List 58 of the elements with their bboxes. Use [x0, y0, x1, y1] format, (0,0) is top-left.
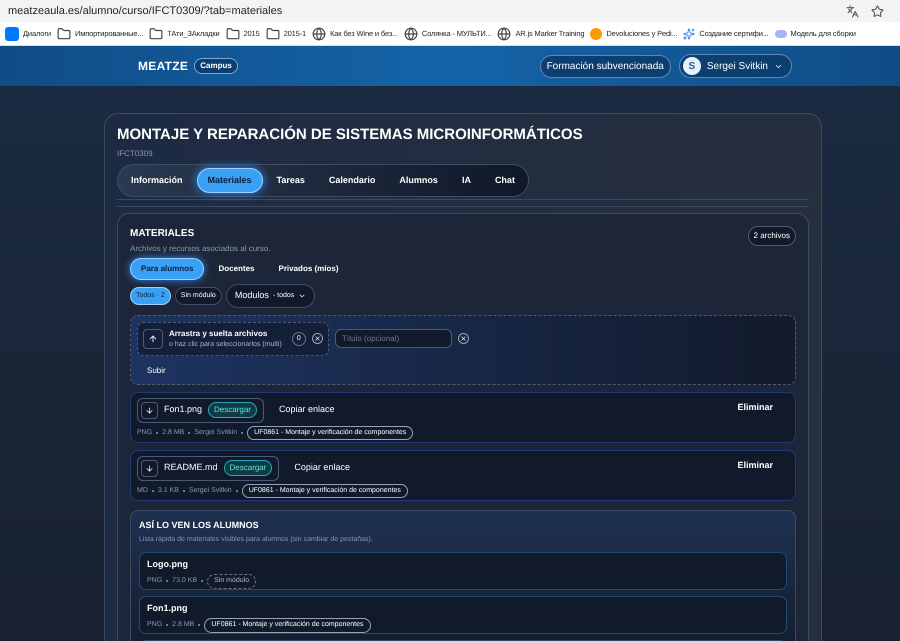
file-count-badge: 2 archivos: [748, 226, 796, 246]
upload-button[interactable]: Subir: [147, 365, 166, 377]
dot-separator: [236, 490, 238, 492]
dot-separator: [156, 432, 158, 434]
audience-tab[interactable]: Docentes: [208, 259, 264, 279]
globe-icon: [497, 26, 512, 40]
folder-icon: [266, 26, 280, 40]
close-icon: [314, 335, 321, 342]
file-name: Fon1.png: [147, 602, 188, 615]
tab[interactable]: Chat: [484, 168, 525, 192]
preview-title: ASÍ LO VEN LOS ALUMNOS: [139, 518, 260, 532]
title-input-field[interactable]: Título (opcional): [334, 329, 452, 348]
audience-tab[interactable]: Para alumnos: [130, 258, 204, 280]
tab[interactable]: IA: [452, 168, 481, 192]
tab[interactable]: Calendario: [318, 168, 386, 192]
dot-separator: [241, 432, 244, 434]
bookmark-star-icon[interactable]: [871, 4, 884, 18]
dot-separator: [152, 490, 154, 492]
globe-icon: [404, 26, 418, 40]
tab[interactable]: Información: [121, 168, 193, 192]
audience-tab[interactable]: Privados (míos): [268, 259, 348, 279]
delete-button[interactable]: Eliminar: [737, 458, 773, 472]
sparkle-icon: [683, 28, 696, 40]
course-code: IFCT0309: [117, 148, 154, 160]
subsidy-button[interactable]: Formación subvencionada: [540, 54, 671, 78]
globe-icon: [312, 26, 326, 40]
dot-separator: [166, 624, 168, 626]
section-title: MATERIALES: [130, 227, 196, 241]
tab[interactable]: Alumnos: [389, 168, 448, 192]
section-subtitle: Archivos y recursos asociados al curso.: [130, 243, 272, 255]
file-name: README.md: [164, 461, 218, 474]
file-name: Logo.png: [147, 558, 189, 571]
folder-icon: [226, 26, 240, 40]
clear-files-button[interactable]: [312, 333, 323, 344]
campus-badge: Campus: [194, 58, 238, 74]
download-button[interactable]: Descargar: [224, 460, 272, 476]
delete-button[interactable]: Eliminar: [737, 400, 773, 414]
folder-icon: [56, 26, 71, 40]
folder-icon: [149, 26, 164, 40]
user-avatar: S: [682, 57, 701, 75]
download-button[interactable]: Descargar: [208, 402, 257, 418]
copy-link-button[interactable]: Copiar enlace: [278, 403, 334, 417]
translate-icon[interactable]: [846, 4, 859, 18]
file-name: Fon1.png: [164, 403, 202, 416]
dot-separator: [188, 432, 190, 434]
user-menu-button[interactable]: S Sergei Svitkin: [678, 54, 792, 78]
tab[interactable]: Materiales: [196, 168, 263, 193]
clear-title-button[interactable]: [458, 333, 469, 344]
logo[interactable]: MEATZE: [138, 57, 188, 75]
dot-separator: [201, 580, 204, 582]
dot-separator: [198, 624, 200, 626]
course-title: MONTAJE Y REPARACIÓN DE SISTEMAS MICROINFORMÁTICOS: [117, 124, 584, 145]
dropzone-title: Arrastra y suelta archivos: [169, 328, 268, 340]
tab[interactable]: Tareas: [266, 168, 315, 192]
dot-separator: [182, 490, 185, 492]
copy-link-button[interactable]: Copiar enlace: [294, 461, 350, 475]
close-icon: [460, 335, 467, 342]
dot-separator: [166, 580, 168, 582]
